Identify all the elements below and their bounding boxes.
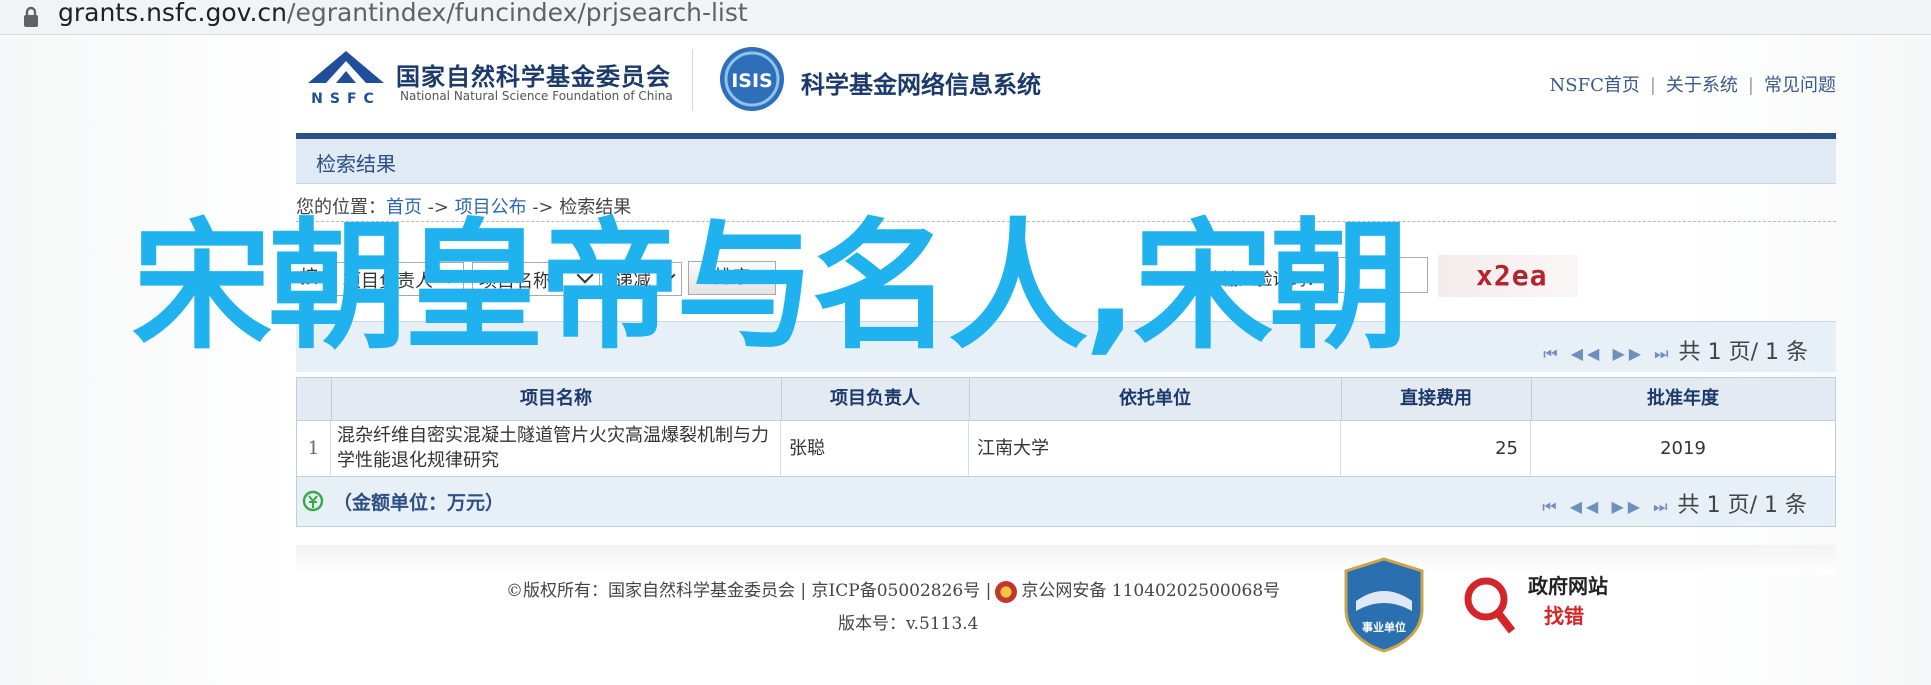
gov-badge-sub: 找错	[1544, 604, 1584, 628]
pager-prefix: 共	[1677, 493, 1700, 518]
table-footer: （金额单位：万元） ⏮ ◀◀ ▶▶ ⏭ 共 1 页/ 1 条	[296, 477, 1836, 527]
row-year: 2019	[1660, 438, 1706, 459]
pager-total: 1	[1763, 493, 1778, 518]
table-row[interactable]: 1 混杂纤维自密实混凝土隧道管片火灾高温爆裂机制与力学性能退化规律研究 张聪 江…	[296, 421, 1836, 477]
copyright-text[interactable]: ©版权所有：国家自然科学基金委员会 | 京ICP备05002826号 |	[506, 581, 991, 601]
org-name-cn: 国家自然科学基金委员会	[396, 62, 671, 91]
url-path: /egrantindex/funcindex/prjsearch-list	[287, 0, 748, 27]
gov-site-error-badge[interactable]: 政府网站 找错	[1460, 565, 1620, 641]
col-unit[interactable]: 依托单位	[969, 378, 1341, 420]
police-badge-icon	[995, 580, 1018, 603]
pager-top: ⏮ ◀◀ ▶▶ ⏭ 共 1 页/ 1 条	[1543, 334, 1808, 366]
top-nav: NSFC首页 | 关于系统 | 常见问题	[1550, 71, 1837, 97]
isis-logo-text: ISIS	[731, 70, 773, 92]
isis-logo-icon[interactable]: ISIS	[718, 45, 786, 113]
pager-total: 1	[1764, 340, 1779, 365]
row-index: 1	[297, 421, 331, 476]
captcha-text: x2ea	[1476, 259, 1548, 292]
pager-nav-icons[interactable]: ⏮ ◀◀ ▶▶ ⏭	[1542, 497, 1671, 516]
nav-faq[interactable]: 常见问题	[1764, 75, 1836, 96]
row-project-name[interactable]: 混杂纤维自密实混凝土隧道管片火灾高温爆裂机制与力学性能退化规律研究	[331, 421, 781, 476]
pager-prefix: 共	[1678, 340, 1701, 365]
pager-mid: 页/	[1728, 340, 1758, 365]
overlay-watermark-text: 宋朝皇帝与名人,宋朝	[132, 206, 1409, 369]
col-amount[interactable]: 直接费用	[1341, 378, 1531, 420]
header-divider	[692, 49, 693, 111]
captcha-image[interactable]: x2ea	[1438, 255, 1578, 297]
nav-nsfc-home[interactable]: NSFC首页	[1550, 75, 1640, 96]
row-unit: 江南大学	[969, 421, 1341, 476]
lock-icon	[24, 6, 38, 27]
version-label: 版本号：	[838, 614, 906, 634]
nsfc-logo-text: NSFC	[311, 91, 381, 107]
table-header: 项目名称 项目负责人 依托单位 直接费用 批准年度	[296, 377, 1836, 421]
url-host: grants.nsfc.gov.cn	[58, 0, 288, 27]
nsfc-logo-icon[interactable]: NSFC	[300, 47, 392, 109]
nav-separator: |	[1747, 75, 1754, 96]
pager-current: 1	[1707, 340, 1722, 365]
col-leader[interactable]: 项目负责人	[781, 378, 969, 420]
results-header: 检索结果	[296, 139, 1836, 184]
shield-text: 事业单位	[1362, 620, 1406, 634]
pager-suffix: 条	[1784, 493, 1807, 518]
system-title: 科学基金网络信息系统	[801, 70, 1041, 99]
pager-suffix: 条	[1785, 340, 1808, 365]
pager-nav-icons[interactable]: ⏮ ◀◀ ▶▶ ⏭	[1543, 344, 1672, 363]
pager-current: 1	[1706, 493, 1721, 518]
version-value: v.5113.4	[906, 614, 979, 634]
url-text[interactable]: grants.nsfc.gov.cn/egrantindex/funcindex…	[58, 0, 748, 27]
browser-address-bar[interactable]: grants.nsfc.gov.cn/egrantindex/funcindex…	[0, 0, 1931, 35]
col-year[interactable]: 批准年度	[1531, 378, 1835, 420]
amount-unit-note: （金额单位：万元）	[333, 492, 505, 514]
gov-badge-title: 政府网站	[1528, 574, 1608, 598]
institution-shield-icon[interactable]: 事业单位	[1342, 557, 1426, 653]
col-index	[297, 378, 331, 420]
nav-separator: |	[1649, 75, 1656, 96]
money-icon	[302, 490, 324, 512]
pager-bottom: ⏮ ◀◀ ▶▶ ⏭ 共 1 页/ 1 条	[1542, 487, 1807, 519]
row-leader: 张聪	[781, 421, 969, 476]
version: 版本号：v.5113.4	[838, 609, 978, 634]
row-amount: 25	[1341, 421, 1531, 476]
nav-about[interactable]: 关于系统	[1666, 75, 1738, 96]
pager-mid: 页/	[1727, 493, 1757, 518]
results-title: 检索结果	[316, 152, 396, 176]
col-project-name[interactable]: 项目名称	[331, 378, 781, 420]
copyright: ©版权所有：国家自然科学基金委员会 | 京ICP备05002826号 | 京公网安…	[506, 576, 1280, 603]
police-record[interactable]: 京公网安备 11040202500068号	[1021, 581, 1280, 601]
org-name-en: National Natural Science Foundation of C…	[400, 89, 673, 103]
